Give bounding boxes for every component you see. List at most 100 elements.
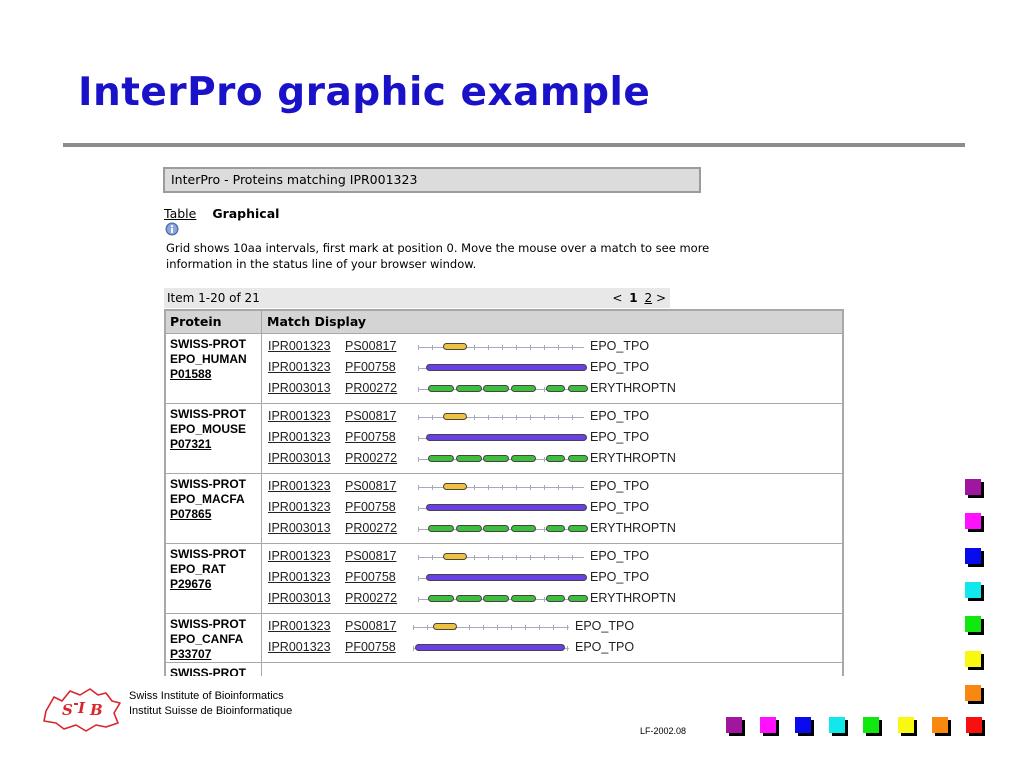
signature-link[interactable]: PR00272: [345, 591, 397, 605]
interpro-link[interactable]: IPR001323: [268, 640, 331, 654]
interpro-link[interactable]: IPR001323: [268, 430, 331, 444]
prints-match-segment[interactable]: [568, 595, 588, 602]
interpro-link[interactable]: IPR001323: [268, 360, 331, 374]
pfam-match-bar[interactable]: [426, 434, 587, 441]
signature-link[interactable]: PR00272: [345, 521, 397, 535]
interpro-link[interactable]: IPR003013: [268, 521, 331, 535]
interpro-link[interactable]: IPR001323: [268, 570, 331, 584]
prints-match-segment[interactable]: [568, 385, 588, 392]
signature-link[interactable]: PS00817: [345, 549, 396, 563]
interpro-link[interactable]: IPR001323: [268, 479, 331, 493]
prints-match-segment[interactable]: [511, 455, 536, 462]
prosite-match-bar[interactable]: [443, 553, 467, 560]
interpro-link[interactable]: IPR001323: [268, 549, 331, 563]
interpro-link[interactable]: IPR001323: [268, 500, 331, 514]
prints-match-segment[interactable]: [428, 385, 454, 392]
pfam-match-bar[interactable]: [426, 504, 587, 511]
grid-tick: [558, 485, 559, 490]
signature-link[interactable]: PS00817: [345, 479, 396, 493]
grid-tick: [502, 415, 503, 420]
interpro-link[interactable]: IPR001323: [268, 619, 331, 633]
prints-match-segment[interactable]: [456, 525, 482, 532]
protein-accession-link[interactable]: P33707: [170, 647, 261, 662]
prints-match-segment[interactable]: [428, 455, 454, 462]
prints-match-segment[interactable]: [546, 525, 565, 532]
prints-match-segment[interactable]: [428, 595, 454, 602]
prints-match-segment[interactable]: [456, 595, 482, 602]
grid-tick: [544, 555, 545, 560]
signature-link[interactable]: PS00817: [345, 339, 396, 353]
tab-table[interactable]: Table: [164, 206, 196, 221]
grid-tick: [558, 555, 559, 560]
signature-link[interactable]: PF00758: [345, 430, 396, 444]
prints-match-segment[interactable]: [546, 455, 565, 462]
next-page-button[interactable]: >: [656, 291, 666, 305]
info-icon[interactable]: [165, 222, 179, 236]
match-line: IPR001323 PF00758 EPO_TPO: [268, 427, 842, 448]
prints-match-segment[interactable]: [511, 385, 536, 392]
decorative-square: [965, 616, 981, 633]
prints-match-segment[interactable]: [546, 385, 565, 392]
results-table: Protein Match Display SWISS-PROT EPO_HUM…: [164, 309, 844, 676]
grid-tick: [418, 366, 419, 371]
match-label: ERYTHROPTN: [590, 451, 676, 465]
decorative-square: [931, 717, 948, 733]
prints-match-segment[interactable]: [456, 455, 482, 462]
signature-link[interactable]: PS00817: [345, 409, 396, 423]
prints-match-segment[interactable]: [546, 595, 565, 602]
prev-page-button[interactable]: <: [612, 291, 622, 305]
pfam-match-bar[interactable]: [426, 364, 587, 371]
signature-link[interactable]: PS00817: [345, 619, 396, 633]
signature-link[interactable]: PR00272: [345, 451, 397, 465]
protein-row: SWISS-PROT: [166, 663, 842, 676]
match-line: IPR001323 PS00817 EPO_TPO: [268, 616, 842, 637]
interpro-link[interactable]: IPR003013: [268, 381, 331, 395]
match-label: EPO_TPO: [590, 430, 650, 444]
prosite-match-bar[interactable]: [443, 413, 467, 420]
prints-match-segment[interactable]: [483, 595, 509, 602]
match-label: ERYTHROPTN: [590, 521, 676, 535]
page-2-link[interactable]: 2: [644, 291, 652, 305]
signature-link[interactable]: PR00272: [345, 381, 397, 395]
prints-match-segment[interactable]: [568, 525, 588, 532]
protein-accession-link[interactable]: P07865: [170, 507, 261, 522]
prints-match-segment[interactable]: [483, 455, 509, 462]
signature-link[interactable]: PF00758: [345, 360, 396, 374]
prints-match-segment[interactable]: [511, 595, 536, 602]
match-track: [418, 592, 588, 606]
matches-cell: IPR001323 PS00817 EPO_TPO IPR001323 PF00…: [262, 614, 842, 662]
protein-accession-link[interactable]: P07321: [170, 437, 261, 452]
match-label: EPO_TPO: [590, 339, 650, 353]
prosite-match-bar[interactable]: [443, 343, 467, 350]
signature-link[interactable]: PF00758: [345, 500, 396, 514]
grid-tick: [530, 345, 531, 350]
pfam-match-bar[interactable]: [426, 574, 587, 581]
interpro-link[interactable]: IPR003013: [268, 591, 331, 605]
interpro-link[interactable]: IPR001323: [268, 409, 331, 423]
pfam-match-bar[interactable]: [415, 644, 565, 651]
signature-link[interactable]: PF00758: [345, 570, 396, 584]
prosite-match-bar[interactable]: [443, 483, 467, 490]
grid-tick: [558, 345, 559, 350]
prints-match-segment[interactable]: [511, 525, 536, 532]
decorative-square: [863, 717, 880, 733]
interpro-link[interactable]: IPR001323: [268, 339, 331, 353]
prosite-match-bar[interactable]: [433, 623, 457, 630]
protein-accession-link[interactable]: P29676: [170, 577, 261, 592]
grid-tick: [572, 555, 573, 560]
prints-match-segment[interactable]: [483, 385, 509, 392]
prints-match-segment[interactable]: [568, 455, 588, 462]
grid-tick: [469, 625, 470, 630]
match-line: IPR001323 PF00758 EPO_TPO: [268, 567, 842, 588]
prints-match-segment[interactable]: [456, 385, 482, 392]
protein-name: EPO_CANFA: [170, 632, 244, 646]
signature-link[interactable]: PF00758: [345, 640, 396, 654]
protein-accession-link[interactable]: P01588: [170, 367, 261, 382]
prints-match-segment[interactable]: [483, 525, 509, 532]
grid-tick: [474, 415, 475, 420]
decorative-square: [965, 581, 981, 598]
match-track: [418, 480, 584, 494]
grid-tick: [488, 345, 489, 350]
interpro-link[interactable]: IPR003013: [268, 451, 331, 465]
prints-match-segment[interactable]: [428, 525, 454, 532]
